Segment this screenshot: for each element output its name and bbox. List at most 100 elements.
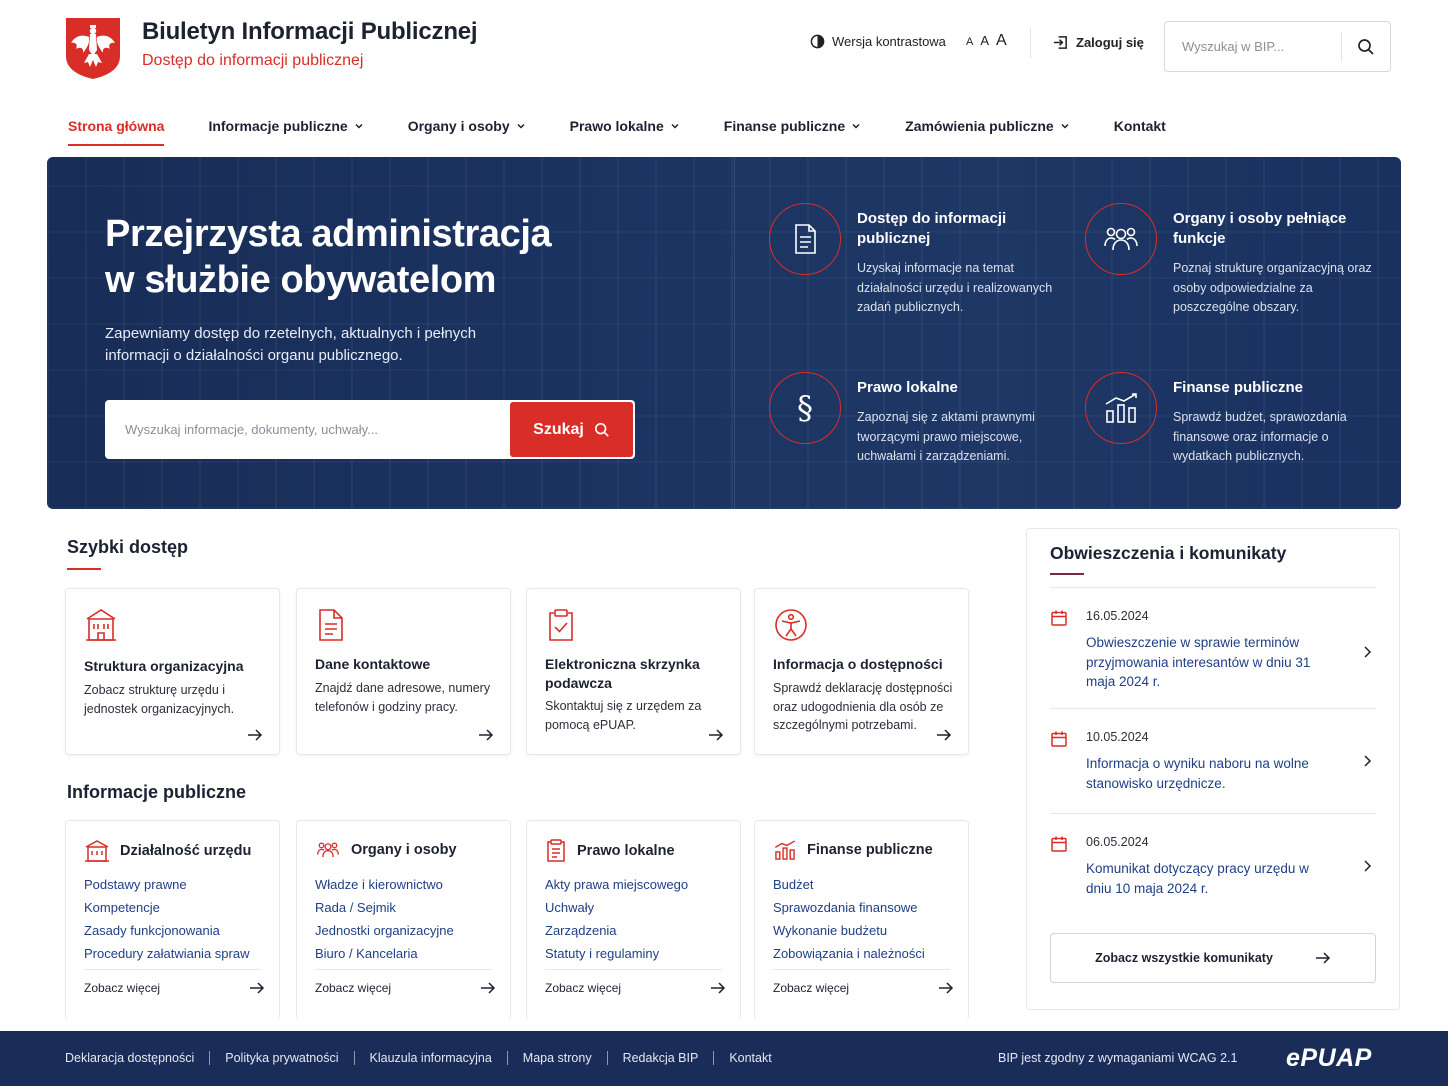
calendar-icon [1051, 731, 1067, 747]
chevron-right-icon [1364, 646, 1372, 658]
info-card-local-law: Prawo lokalne Akty prawa miejscowego Uch… [526, 820, 741, 1020]
footer-link-accessibility[interactable]: Deklaracja dostępności [65, 1051, 194, 1065]
info-link[interactable]: Biuro / Kancelaria [315, 942, 454, 965]
announcement-text: Obwieszczenie w sprawie terminów przyjmo… [1086, 635, 1311, 689]
footer-link-clause[interactable]: Klauzula informacyjna [370, 1051, 492, 1065]
feature-title: Dostęp do informacji publicznej [857, 210, 1007, 247]
arrow-right-icon [939, 982, 954, 994]
chevron-right-icon [1364, 860, 1372, 872]
quick-card-accessibility[interactable]: Informacja o dostępności Sprawdź deklara… [754, 588, 969, 755]
info-link[interactable]: Zarządzenia [545, 919, 688, 942]
login-button[interactable]: Zaloguj się [1052, 34, 1144, 51]
quick-card-contact[interactable]: Dane kontaktowe Znajdź dane adresowe, nu… [296, 588, 511, 755]
footer-link-editorial[interactable]: Redakcja BIP [623, 1051, 699, 1065]
nav-public-finance[interactable]: Finanse publiczne [724, 116, 861, 136]
footer-link-privacy[interactable]: Polityka prywatności [225, 1051, 338, 1065]
nav-home[interactable]: Strona główna [68, 116, 165, 146]
footer-link-sitemap[interactable]: Mapa strony [523, 1051, 592, 1065]
calendar-icon [1051, 610, 1067, 626]
arrow-right-icon [709, 729, 724, 741]
feature-title: Finanse publiczne [1173, 379, 1304, 396]
info-card-header: Organy i osoby [315, 839, 457, 861]
footer-separator [713, 1051, 715, 1065]
info-link[interactable]: Rada / Sejmik [315, 896, 454, 919]
nav-label: Finanse publiczne [723, 118, 846, 134]
feature-description: Sprawdź budżet, sprawozdania finansowe o… [1173, 410, 1347, 463]
info-card-divider [545, 969, 722, 970]
nav-contact[interactable]: Kontakt [1114, 116, 1166, 136]
contrast-icon [810, 34, 825, 49]
hero-search-input[interactable] [107, 402, 510, 457]
footer-separator [606, 1051, 608, 1065]
nav-public-procurement[interactable]: Zamówienia publiczne [905, 116, 1070, 136]
see-more-link[interactable]: Zobacz więcej [315, 981, 496, 995]
nav-public-info[interactable]: Informacje publiczne [208, 116, 363, 136]
nav-label: Kontakt [1113, 118, 1166, 134]
info-card-title: Organy i osoby [351, 842, 457, 858]
chevron-down-icon [517, 123, 525, 129]
info-link[interactable]: Zasady funkcjonowania [84, 919, 249, 942]
feature-icon-circle [1085, 203, 1157, 275]
nav-local-law[interactable]: Prawo lokalne [570, 116, 680, 136]
announcements-divider [1050, 587, 1376, 588]
info-card-title: Działalność urzędu [120, 843, 252, 859]
header-search-input[interactable] [1165, 22, 1341, 71]
info-link[interactable]: Władze i kierownictwo [315, 873, 454, 896]
accessibility-icon [775, 609, 807, 641]
hero-search: Szukaj [105, 400, 635, 459]
quick-card-title: Struktura organizacyjna [84, 658, 244, 674]
feature-description: Uzyskaj informacje na temat działalności… [857, 261, 1053, 314]
office-icon [85, 840, 109, 862]
footer-separator [209, 1051, 211, 1065]
bar-chart-icon [1105, 393, 1137, 423]
see-more-link[interactable]: Zobacz więcej [84, 981, 265, 995]
footer-separator [353, 1051, 355, 1065]
hero-title-line1: Przejrzysta administracja [105, 213, 552, 255]
nav-bodies-persons[interactable]: Organy i osoby [408, 116, 526, 136]
info-link[interactable]: Akty prawa miejscowego [545, 873, 688, 896]
info-card-header: Finanse publiczne [773, 839, 933, 861]
chevron-down-icon [852, 123, 860, 129]
info-link[interactable]: Podstawy prawne [84, 873, 249, 896]
info-link[interactable]: Budżet [773, 873, 925, 896]
see-more-link[interactable]: Zobacz więcej [773, 981, 954, 995]
announcement-item[interactable]: 06.05.2024 Komunikat dotyczący pracy urz… [1050, 835, 1378, 905]
announcement-item[interactable]: 10.05.2024 Informacja o wyniku naboru na… [1050, 730, 1378, 800]
info-link[interactable]: Uchwały [545, 896, 688, 919]
login-label: Zaloguj się [1076, 35, 1144, 50]
nav-label: Informacje publiczne [208, 118, 348, 134]
info-link[interactable]: Zobowiązania i należności [773, 942, 925, 965]
main-nav: Strona główna Informacje publiczne Organ… [68, 116, 1210, 146]
announcement-date: 10.05.2024 [1086, 730, 1149, 744]
font-size-small[interactable]: A [966, 36, 973, 48]
info-link[interactable]: Wykonanie budżetu [773, 919, 925, 942]
info-link[interactable]: Statuty i regulaminy [545, 942, 688, 965]
search-button-label: Szukaj [533, 420, 584, 438]
bar-chart-icon [774, 840, 796, 860]
epuap-logo[interactable]: ePUAP [1286, 1044, 1372, 1073]
announcements-underline [1050, 573, 1084, 575]
coat-of-arms-logo[interactable] [64, 16, 122, 80]
header-search-button[interactable] [1342, 22, 1390, 71]
footer-link-contact[interactable]: Kontakt [729, 1051, 771, 1065]
font-size-medium[interactable]: A [980, 33, 989, 48]
see-more-label: Zobacz więcej [773, 981, 850, 995]
all-announcements-button[interactable]: Zobacz wszystkie komunikaty [1050, 933, 1376, 983]
info-link[interactable]: Kompetencje [84, 896, 249, 919]
info-card-title: Prawo lokalne [577, 843, 675, 859]
announcement-item[interactable]: 16.05.2024 Obwieszczenie w sprawie termi… [1050, 609, 1378, 689]
header-search [1164, 21, 1391, 72]
see-more-link[interactable]: Zobacz więcej [545, 981, 726, 995]
hero-search-button[interactable]: Szukaj [510, 402, 633, 457]
info-link[interactable]: Procedury załatwiania spraw [84, 942, 249, 965]
font-size-large[interactable]: A [996, 32, 1007, 50]
quick-card-description: Znajdź dane adresowe, numery telefonów i… [315, 681, 491, 714]
quick-card-structure[interactable]: Struktura organizacyjna Zobacz strukturę… [65, 588, 280, 755]
info-link[interactable]: Sprawozdania finansowe [773, 896, 925, 919]
document-icon [795, 224, 816, 254]
hero-divider [734, 157, 735, 509]
chevron-down-icon [1061, 123, 1069, 129]
quick-card-epuap[interactable]: Elektroniczna skrzynka podawcza Skontakt… [526, 588, 741, 755]
info-link[interactable]: Jednostki organizacyjne [315, 919, 454, 942]
contrast-toggle[interactable]: Wersja kontrastowa [810, 34, 946, 49]
